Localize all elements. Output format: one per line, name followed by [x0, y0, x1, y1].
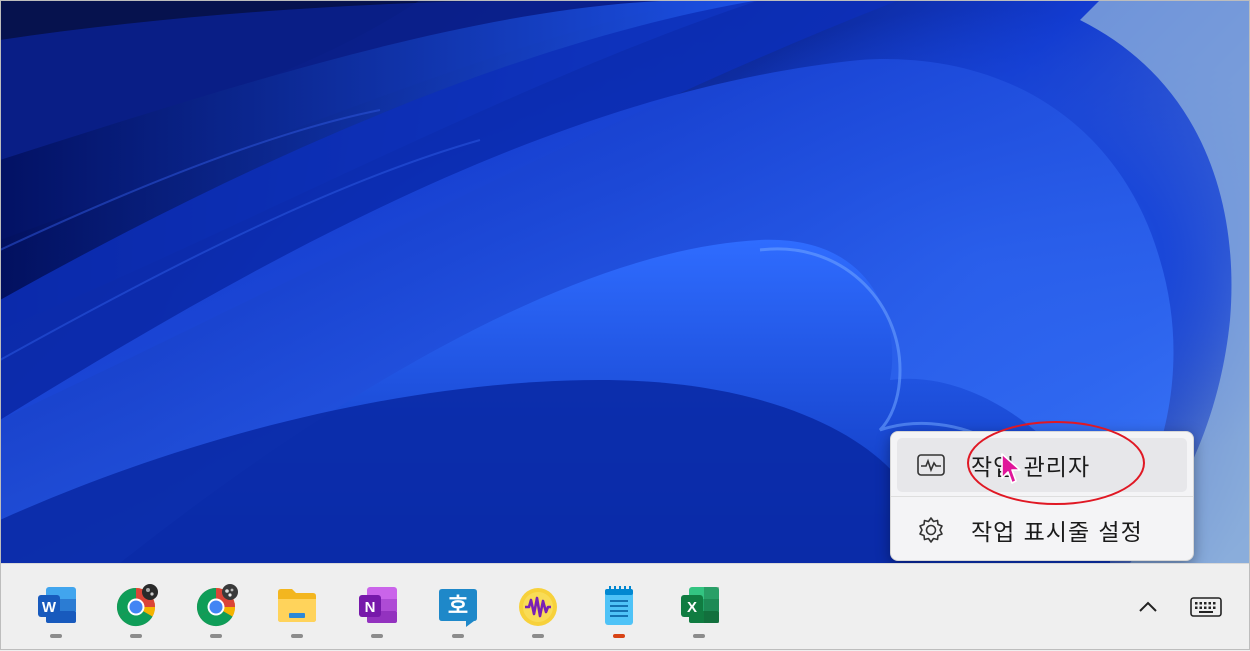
- running-indicator: [291, 634, 303, 638]
- notepad-icon: [597, 583, 641, 627]
- taskbar-app-hangul[interactable]: 호: [428, 579, 488, 645]
- taskbar-app-onenote[interactable]: N: [347, 579, 407, 645]
- mouse-cursor-icon: [1000, 452, 1022, 490]
- folder-icon: [275, 583, 319, 627]
- running-indicator: [210, 634, 222, 638]
- hangul-icon: 호: [436, 583, 480, 627]
- running-indicator: [532, 634, 544, 638]
- taskbar-app-chrome-2[interactable]: [186, 579, 246, 645]
- red-highlight-circle: [967, 421, 1145, 505]
- running-indicator: [693, 634, 705, 638]
- chevron-up-icon[interactable]: [1133, 592, 1163, 622]
- gear-icon: [917, 516, 957, 544]
- svg-text:호: 호: [448, 594, 468, 619]
- running-indicator: [50, 634, 62, 638]
- running-indicator: [130, 634, 142, 638]
- svg-text:N: N: [365, 599, 376, 616]
- waveform-icon: [516, 583, 560, 627]
- menu-item-taskbar-settings[interactable]: 작업 표시줄 설정: [897, 503, 1187, 557]
- running-indicator: [452, 634, 464, 638]
- onenote-icon: N: [355, 583, 399, 627]
- taskbar-app-audio[interactable]: [508, 579, 568, 645]
- running-indicator: [371, 634, 383, 638]
- taskbar-app-word[interactable]: W: [26, 579, 86, 645]
- taskbar-app-notepad[interactable]: [589, 579, 649, 645]
- word-icon: W: [34, 583, 78, 627]
- svg-text:W: W: [42, 599, 57, 616]
- running-indicator: [613, 634, 625, 638]
- taskbar-app-file-explorer[interactable]: [267, 579, 327, 645]
- chrome-icon: [114, 583, 158, 627]
- menu-item-label: 작업 표시줄 설정: [971, 520, 1143, 546]
- keyboard-icon[interactable]: [1188, 592, 1224, 622]
- task-manager-icon: [917, 454, 957, 476]
- taskbar-app-excel[interactable]: X: [669, 579, 729, 645]
- excel-icon: X: [677, 583, 721, 627]
- chrome-icon: [194, 583, 238, 627]
- taskbar-app-chrome-1[interactable]: [106, 579, 166, 645]
- svg-text:X: X: [687, 599, 697, 616]
